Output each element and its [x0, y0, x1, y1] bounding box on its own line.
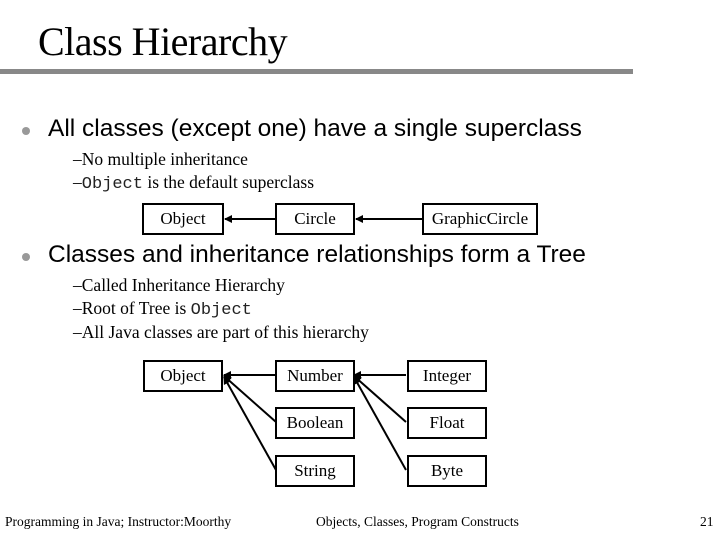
arrow-float-to-number [353, 375, 407, 423]
class-box-integer: Integer [407, 360, 487, 392]
class-box-object: Object [143, 360, 223, 392]
class-box-string: String [275, 455, 355, 487]
arrow-byte-to-number [353, 376, 407, 471]
footer-course: Programming in Java; Instructor:Moorthy [5, 514, 232, 529]
footer-topic: Objects, Classes, Program Constructs [316, 514, 519, 529]
class-box-float: Float [407, 407, 487, 439]
inheritance-arrows [223, 215, 422, 471]
page-number: 21 [700, 514, 714, 529]
class-box-number: Number [275, 360, 355, 392]
arrow-boolean-to-object [223, 375, 277, 423]
class-box-byte: Byte [407, 455, 487, 487]
class-box-boolean: Boolean [275, 407, 355, 439]
arrow-string-to-object [223, 376, 277, 471]
